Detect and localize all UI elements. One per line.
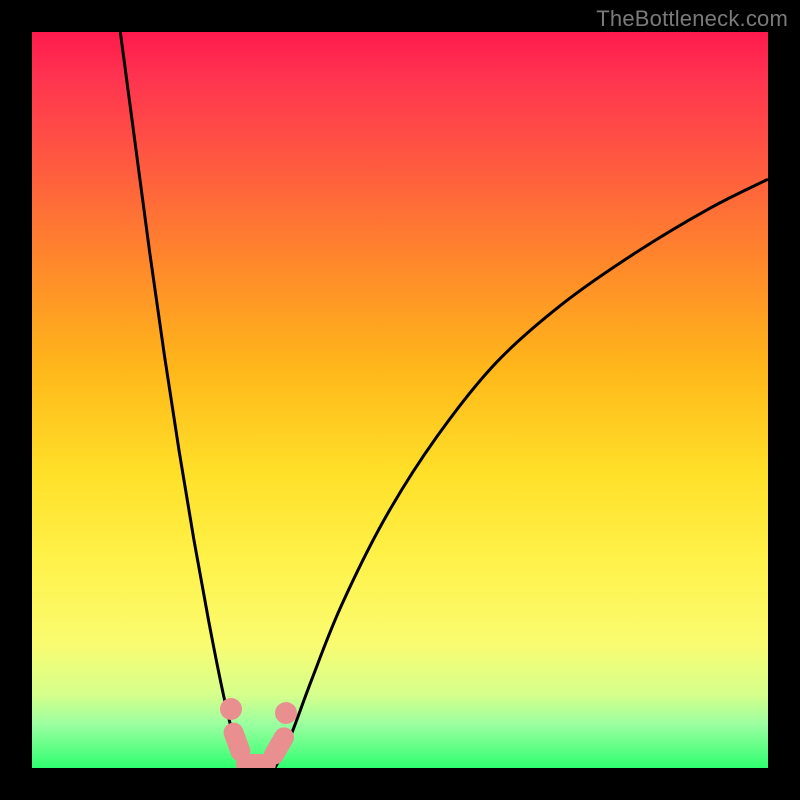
right-branch-path [275, 179, 768, 768]
curve-layer [32, 32, 768, 768]
chart-frame: TheBottleneck.com [0, 0, 800, 800]
left-branch-path [120, 32, 252, 768]
plot-area [32, 32, 768, 768]
marker-right_dot_top [275, 702, 297, 724]
marker-left_dot_top [220, 698, 242, 720]
watermark-text: TheBottleneck.com [596, 6, 788, 32]
